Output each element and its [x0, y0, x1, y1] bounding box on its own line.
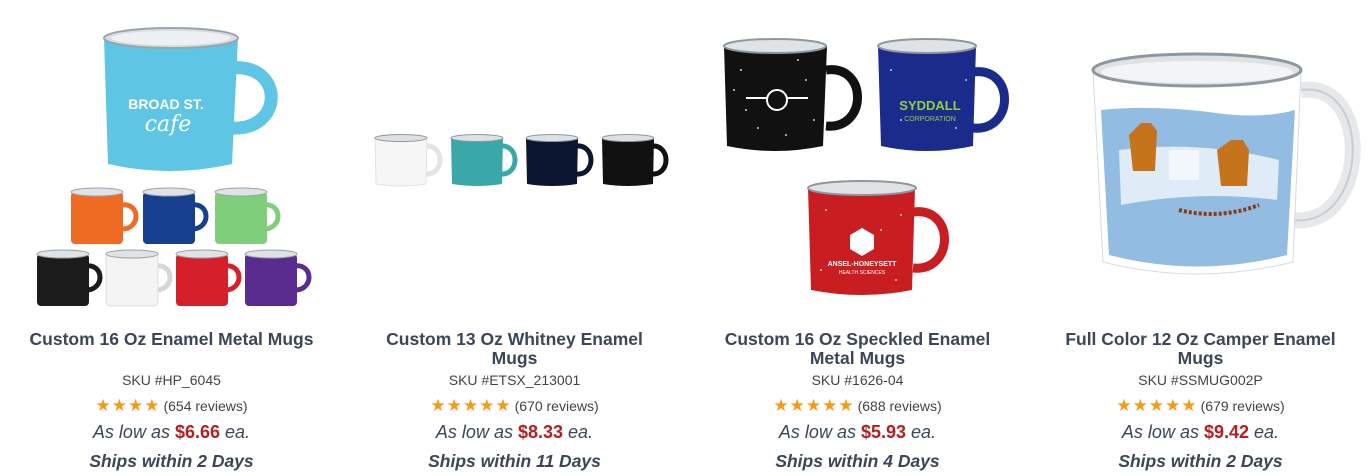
star-icon: ★: [495, 396, 511, 415]
product-image[interactable]: [1029, 0, 1372, 320]
product-card[interactable]: Custom 13 Oz Whitney Enamel Mugs SKU #ET…: [343, 0, 686, 476]
svg-text:HEALTH SCIENCES: HEALTH SCIENCES: [839, 270, 886, 276]
svg-text:cafe: cafe: [145, 112, 192, 137]
product-title[interactable]: Custom 16 Oz Enamel Metal Mugs: [0, 330, 343, 349]
mug-image-black: [723, 38, 862, 151]
product-sku: SKU #SSMUG002P: [1138, 372, 1263, 388]
product-price: As low as $6.66 ea.: [0, 422, 343, 443]
review-count[interactable]: (688 reviews): [858, 398, 942, 414]
price-amount: $8.33: [517, 422, 564, 442]
svg-text:CORPORATION: CORPORATION: [904, 116, 956, 123]
mug-swatch-green: [214, 187, 281, 244]
product-rating: ★ ★ ★ ★ ★ (679 reviews): [1029, 397, 1372, 414]
star-icon: ★: [430, 396, 446, 415]
star-rating: ★ ★ ★ ★ ★: [1116, 397, 1196, 414]
mug-swatch-navy: [525, 134, 594, 186]
mug-swatch-red: [175, 249, 242, 306]
product-rating: ★ ★ ★ ★ ★ (688 reviews): [686, 397, 1029, 414]
product-card[interactable]: SYDDALL CORPORATION ANSEL-HONEYSETT HEAL…: [686, 0, 1029, 476]
review-count[interactable]: (654 reviews): [163, 398, 247, 414]
product-image[interactable]: [343, 0, 686, 320]
price-prefix: As low as: [435, 422, 513, 442]
product-sku: SKU #HP_6045: [122, 372, 221, 388]
price-suffix: ea.: [911, 422, 937, 442]
mug-swatch-black: [601, 134, 669, 186]
product-price: As low as $5.93 ea.: [686, 422, 1029, 443]
price-amount: $6.66: [174, 422, 221, 442]
svg-text:ANSEL-HONEYSETT: ANSEL-HONEYSETT: [828, 261, 898, 268]
star-icon: ★: [838, 396, 854, 415]
mug-image-red: ANSEL-HONEYSETT HEALTH SCIENCES: [807, 180, 949, 295]
product-card[interactable]: Full Color 12 Oz Camper Enamel Mugs SKU …: [1029, 0, 1372, 476]
price-amount: $9.42: [1203, 422, 1250, 442]
star-icon: ★: [446, 396, 462, 415]
star-icon: ★: [805, 396, 822, 415]
star-icon: ★: [127, 396, 144, 415]
mug-swatch-purple: [244, 249, 312, 306]
star-icon: ★: [773, 396, 789, 415]
ship-time: Ships within 2 Days: [89, 451, 254, 471]
star-rating: ★ ★ ★ ★ ★: [430, 397, 510, 414]
price-prefix: As low as: [92, 422, 170, 442]
price-prefix: As low as: [1121, 422, 1199, 442]
star-icon: ★: [1165, 396, 1181, 415]
star-icon: ★: [479, 396, 495, 415]
star-icon: ★: [1132, 396, 1148, 415]
price-amount: $5.93: [860, 422, 907, 442]
product-title[interactable]: Full Color 12 Oz Camper Enamel Mugs: [1029, 330, 1372, 368]
svg-text:SYDDALL: SYDDALL: [899, 98, 960, 113]
star-icon: ★: [462, 396, 479, 415]
star-icon: ★: [144, 396, 160, 415]
mug-image-blue: SYDDALL CORPORATION: [877, 38, 1009, 151]
star-icon: ★: [1148, 396, 1165, 415]
mug-swatch-navy: [142, 187, 209, 244]
price-suffix: ea.: [568, 422, 594, 442]
product-grid: BROAD ST. cafe Custom 16 Oz Enamel Metal…: [0, 0, 1372, 476]
star-icon: ★: [1181, 396, 1197, 415]
review-count[interactable]: (679 reviews): [1201, 398, 1285, 414]
ship-time: Ships within 11 Days: [428, 451, 601, 471]
price-suffix: ea.: [1254, 422, 1280, 442]
product-title[interactable]: Custom 13 Oz Whitney Enamel Mugs: [343, 330, 686, 368]
product-price: As low as $9.42 ea.: [1029, 422, 1372, 443]
mug-image-blue: BROAD ST. cafe: [103, 27, 278, 171]
mug-swatch-orange: [70, 187, 139, 244]
product-image[interactable]: SYDDALL CORPORATION ANSEL-HONEYSETT HEAL…: [686, 0, 1029, 320]
ship-time: Ships within 4 Days: [775, 451, 940, 471]
star-icon: ★: [822, 396, 838, 415]
product-sku: SKU #1626-04: [811, 372, 904, 388]
product-sku: SKU #ETSX_213001: [448, 372, 581, 388]
star-icon: ★: [95, 396, 111, 415]
mug-image-full-color: [1091, 52, 1361, 275]
review-count[interactable]: (670 reviews): [515, 398, 599, 414]
star-rating: ★ ★ ★ ★: [95, 397, 159, 414]
mug-swatch-black: [36, 249, 103, 306]
svg-text:BROAD ST.: BROAD ST.: [128, 96, 203, 112]
product-card[interactable]: BROAD ST. cafe Custom 16 Oz Enamel Metal…: [0, 0, 343, 476]
ship-time: Ships within 2 Days: [1118, 451, 1283, 471]
star-rating: ★ ★ ★ ★ ★: [773, 397, 853, 414]
product-rating: ★ ★ ★ ★ (654 reviews): [0, 397, 343, 414]
product-title[interactable]: Custom 16 Oz Speckled Enamel Metal Mugs: [686, 330, 1029, 368]
product-rating: ★ ★ ★ ★ ★ (670 reviews): [343, 397, 686, 414]
price-suffix: ea.: [225, 422, 251, 442]
mug-swatch-teal: [450, 134, 518, 186]
price-prefix: As low as: [778, 422, 856, 442]
product-image[interactable]: BROAD ST. cafe: [0, 0, 343, 320]
mug-swatch-white: [374, 134, 443, 187]
star-icon: ★: [1116, 396, 1132, 415]
star-icon: ★: [789, 396, 805, 415]
product-price: As low as $8.33 ea.: [343, 422, 686, 443]
mug-swatch-white: [105, 249, 173, 307]
star-icon: ★: [111, 396, 127, 415]
